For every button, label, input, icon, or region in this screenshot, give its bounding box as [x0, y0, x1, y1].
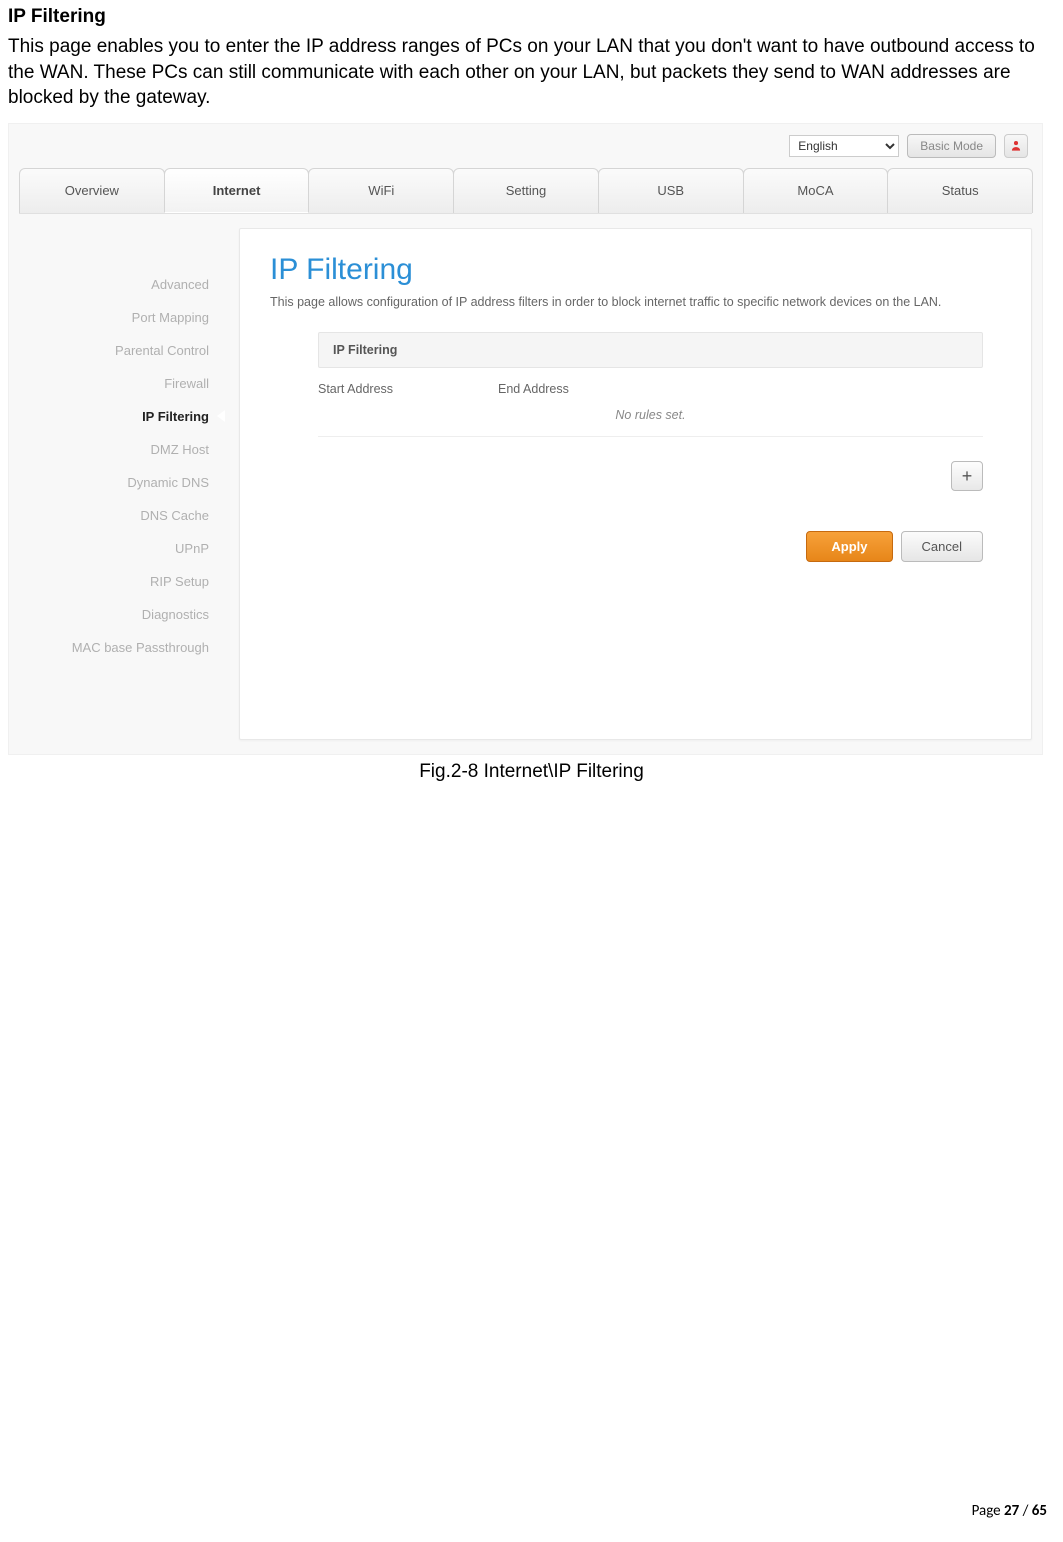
- page-prefix: Page: [972, 1502, 1004, 1520]
- top-bar: English Basic Mode: [9, 124, 1042, 166]
- section-header: IP Filtering: [318, 332, 983, 368]
- sidebar-item-dynamic-dns[interactable]: Dynamic DNS: [9, 466, 227, 499]
- tab-internet[interactable]: Internet: [164, 168, 310, 213]
- no-rules-message: No rules set.: [318, 402, 983, 437]
- tab-overview[interactable]: Overview: [19, 168, 165, 213]
- sidebar-item-ip-filtering[interactable]: IP Filtering: [9, 400, 227, 433]
- page-footer: Page 27 / 65: [972, 1502, 1047, 1520]
- sidebar-item-firewall[interactable]: Firewall: [9, 367, 227, 400]
- language-select[interactable]: English: [789, 135, 899, 157]
- tab-moca[interactable]: MoCA: [743, 168, 889, 213]
- figure-caption: Fig.2-8 Internet\IP Filtering: [0, 755, 1063, 789]
- add-rule-button[interactable]: +: [951, 461, 983, 491]
- sidebar-item-dmz-host[interactable]: DMZ Host: [9, 433, 227, 466]
- page-total: 65: [1032, 1502, 1047, 1520]
- sidebar-item-rip-setup[interactable]: RIP Setup: [9, 565, 227, 598]
- tab-usb[interactable]: USB: [598, 168, 744, 213]
- cancel-button[interactable]: Cancel: [901, 531, 983, 562]
- sidebar-item-dns-cache[interactable]: DNS Cache: [9, 499, 227, 532]
- page-title: IP Filtering: [270, 253, 1001, 287]
- tab-wifi[interactable]: WiFi: [308, 168, 454, 213]
- col-end-address: End Address: [498, 382, 678, 396]
- sidebar-item-port-mapping[interactable]: Port Mapping: [9, 301, 227, 334]
- action-buttons: Apply Cancel: [270, 491, 1001, 572]
- content-area: AdvancedPort MappingParental ControlFire…: [9, 214, 1042, 754]
- apply-button[interactable]: Apply: [806, 531, 892, 562]
- main-panel: IP Filtering This page allows configurat…: [239, 228, 1032, 740]
- tab-setting[interactable]: Setting: [453, 168, 599, 213]
- sidebar-item-mac-base-passthrough[interactable]: MAC base Passthrough: [9, 631, 227, 664]
- column-headers: Start Address End Address: [270, 368, 1001, 402]
- page-sep: /: [1019, 1502, 1032, 1520]
- logout-icon[interactable]: [1004, 134, 1028, 158]
- page-description: This page allows configuration of IP add…: [270, 293, 1001, 312]
- sidebar-item-parental-control[interactable]: Parental Control: [9, 334, 227, 367]
- router-screenshot: English Basic Mode OverviewInternetWiFiS…: [8, 123, 1043, 755]
- doc-paragraph: This page enables you to enter the IP ad…: [0, 30, 1063, 119]
- basic-mode-button[interactable]: Basic Mode: [907, 134, 996, 158]
- doc-heading: IP Filtering: [0, 0, 1063, 30]
- col-start-address: Start Address: [318, 382, 498, 396]
- tab-status[interactable]: Status: [887, 168, 1033, 213]
- sidebar-item-advanced[interactable]: Advanced: [9, 268, 227, 301]
- page-current: 27: [1004, 1502, 1019, 1520]
- sidebar-item-upnp[interactable]: UPnP: [9, 532, 227, 565]
- sidebar-item-diagnostics[interactable]: Diagnostics: [9, 598, 227, 631]
- nav-tabs: OverviewInternetWiFiSettingUSBMoCAStatus: [19, 168, 1032, 214]
- sidebar: AdvancedPort MappingParental ControlFire…: [9, 228, 239, 740]
